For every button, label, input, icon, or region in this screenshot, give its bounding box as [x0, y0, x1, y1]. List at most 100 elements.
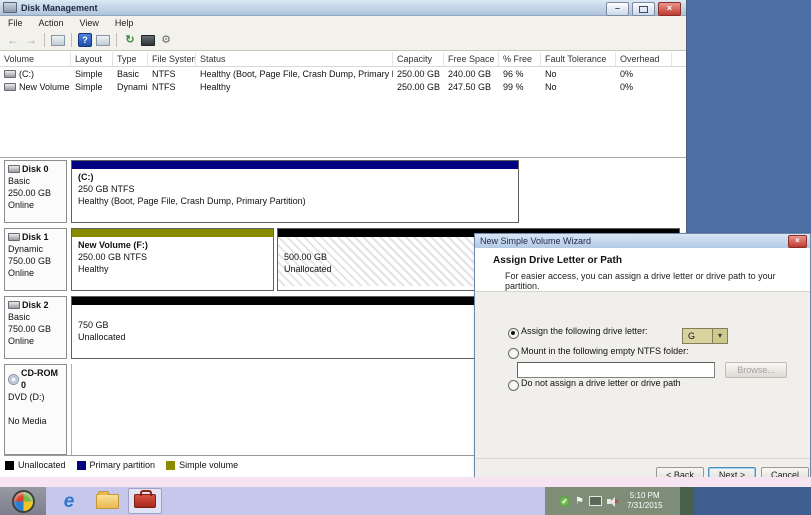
legend-swatch-primary [77, 461, 86, 470]
taskbar-clock[interactable]: 5:10 PM 7/31/2015 [627, 491, 663, 511]
taskbar-item-file-explorer[interactable] [90, 488, 124, 514]
toolbar-separator [71, 33, 72, 47]
close-button[interactable]: × [658, 2, 681, 16]
legend-label: Simple volume [179, 460, 238, 470]
table-row[interactable]: New Volume (F:) Simple Dynamic NTFS Heal… [0, 80, 686, 93]
network-icon[interactable] [589, 496, 602, 506]
column-header-capacity[interactable]: Capacity [393, 52, 444, 66]
wizard-titlebar[interactable]: New Simple Volume Wizard [475, 234, 810, 248]
volume-free-space: 247.50 GB [444, 82, 499, 92]
volume-overhead: 0% [616, 82, 672, 92]
minimize-button[interactable]: – [606, 2, 629, 16]
volume-file-system: NTFS [148, 82, 196, 92]
volume-layout: Simple [71, 82, 113, 92]
disk-icon [8, 165, 20, 173]
volume-icon [4, 70, 16, 78]
settings-button[interactable]: ⚙ [157, 32, 175, 48]
partition-f[interactable]: New Volume (F:) 250.00 GB NTFS Healthy [71, 228, 274, 291]
start-button[interactable] [0, 487, 46, 515]
disk1-label-box[interactable]: Disk 1 Dynamic 750.00 GB Online [4, 228, 67, 291]
volume-capacity: 250.00 GB [393, 69, 444, 79]
column-header-fault-tolerance[interactable]: Fault Tolerance [541, 52, 616, 66]
disk-state: No Media [8, 415, 63, 427]
pane-divider[interactable] [0, 157, 686, 158]
clock-time: 5:10 PM [627, 491, 663, 501]
table-row[interactable]: (C:) Simple Basic NTFS Healthy (Boot, Pa… [0, 67, 686, 80]
menu-file[interactable]: File [0, 18, 31, 28]
taskbar-item-internet-explorer[interactable]: e [52, 488, 86, 514]
taskbar-right-area [693, 487, 811, 515]
radio-mount-ntfs-folder[interactable] [508, 348, 519, 359]
partition-title: (C:) [78, 171, 512, 183]
toolbar-separator [116, 33, 117, 47]
volume-layout: Simple [71, 69, 113, 79]
system-tray: ✓ ⚑ × 5:10 PM 7/31/2015 [545, 487, 680, 515]
internet-explorer-icon: e [64, 492, 75, 511]
disk2-label-box[interactable]: Disk 2 Basic 750.00 GB Online [4, 296, 67, 359]
disk-kind: Basic [8, 175, 63, 187]
disk0-label-box[interactable]: Disk 0 Basic 250.00 GB Online [4, 160, 67, 223]
volume-status: Healthy (Boot, Page File, Crash Dump, Pr… [196, 69, 393, 79]
restore-button[interactable] [632, 2, 655, 16]
action-center-check-icon[interactable]: ✓ [559, 496, 570, 507]
forward-arrow-icon: → [25, 34, 37, 46]
volume-pct-free: 99 % [499, 82, 541, 92]
cdrom-label-box[interactable]: CD-ROM 0 DVD (D:) No Media [4, 364, 67, 455]
mount-path-input[interactable] [517, 362, 715, 378]
radio-no-drive-letter[interactable] [508, 380, 519, 391]
browse-button[interactable]: Browse... [725, 362, 787, 378]
disk-kind: Dynamic [8, 243, 63, 255]
volume-name: New Volume (F:) [19, 82, 71, 92]
help-button[interactable]: ? [76, 32, 94, 48]
taskbar-item-disk-management[interactable] [128, 488, 162, 514]
radio-none-label[interactable]: Do not assign a drive letter or drive pa… [521, 378, 771, 389]
menu-help[interactable]: Help [107, 18, 142, 28]
forward-button[interactable]: → [22, 32, 40, 48]
partition-status: Healthy (Boot, Page File, Crash Dump, Pr… [78, 195, 512, 207]
back-button[interactable]: ← [4, 32, 22, 48]
volume-table-header: Volume Layout Type File System Status Ca… [0, 52, 686, 67]
rescan-disks-button[interactable] [139, 32, 157, 48]
cdrom-region-divider [71, 364, 72, 455]
disk-icon [8, 301, 20, 309]
partition-title: New Volume (F:) [78, 239, 267, 251]
column-header-status[interactable]: Status [196, 52, 393, 66]
column-header-layout[interactable]: Layout [71, 52, 113, 66]
disk-name: Disk 1 [22, 231, 49, 243]
column-header-volume[interactable]: Volume [0, 52, 71, 66]
flag-icon[interactable]: ⚑ [575, 496, 584, 507]
disk-kind: Basic [8, 311, 63, 323]
menu-action[interactable]: Action [31, 18, 72, 28]
column-header-free-space[interactable]: Free Space [444, 52, 499, 66]
disk-name: Disk 2 [22, 299, 49, 311]
windows-start-icon [12, 490, 35, 513]
volume-list-pane: Volume Layout Type File System Status Ca… [0, 52, 686, 157]
disk-icon [141, 35, 155, 46]
disk-state: Online [8, 267, 63, 279]
window-title: Disk Management [21, 3, 98, 13]
properties-button[interactable] [94, 32, 112, 48]
legend-swatch-unallocated [5, 461, 14, 470]
show-console-tree-button[interactable] [49, 32, 67, 48]
legend: Unallocated Primary partition Simple vol… [5, 460, 238, 470]
radio-assign-drive-letter[interactable] [508, 328, 519, 339]
window-titlebar[interactable]: Disk Management – × [0, 0, 686, 16]
legend-item-unallocated: Unallocated [5, 460, 66, 470]
toolbar: ← → ? ↻ ⚙ [0, 30, 686, 51]
radio-assign-label[interactable]: Assign the following drive letter: [521, 326, 671, 337]
column-header-pct-free[interactable]: % Free [499, 52, 541, 66]
menu-view[interactable]: View [72, 18, 107, 28]
volume-name: (C:) [19, 69, 34, 79]
radio-mount-label[interactable]: Mount in the following empty NTFS folder… [521, 346, 761, 357]
gear-icon: ⚙ [161, 35, 171, 46]
wizard-close-button[interactable]: × [788, 235, 807, 248]
volume-muted-icon[interactable]: × [607, 496, 619, 507]
drive-letter-select[interactable]: G ▾ [682, 328, 728, 344]
new-simple-volume-wizard-dialog: New Simple Volume Wizard × Assign Drive … [474, 233, 811, 491]
column-header-type[interactable]: Type [113, 52, 148, 66]
legend-swatch-simple [166, 461, 175, 470]
partition-c[interactable]: (C:) 250 GB NTFS Healthy (Boot, Page Fil… [71, 160, 519, 223]
column-header-overhead[interactable]: Overhead [616, 52, 672, 66]
column-header-file-system[interactable]: File System [148, 52, 196, 66]
refresh-button[interactable]: ↻ [121, 32, 139, 48]
